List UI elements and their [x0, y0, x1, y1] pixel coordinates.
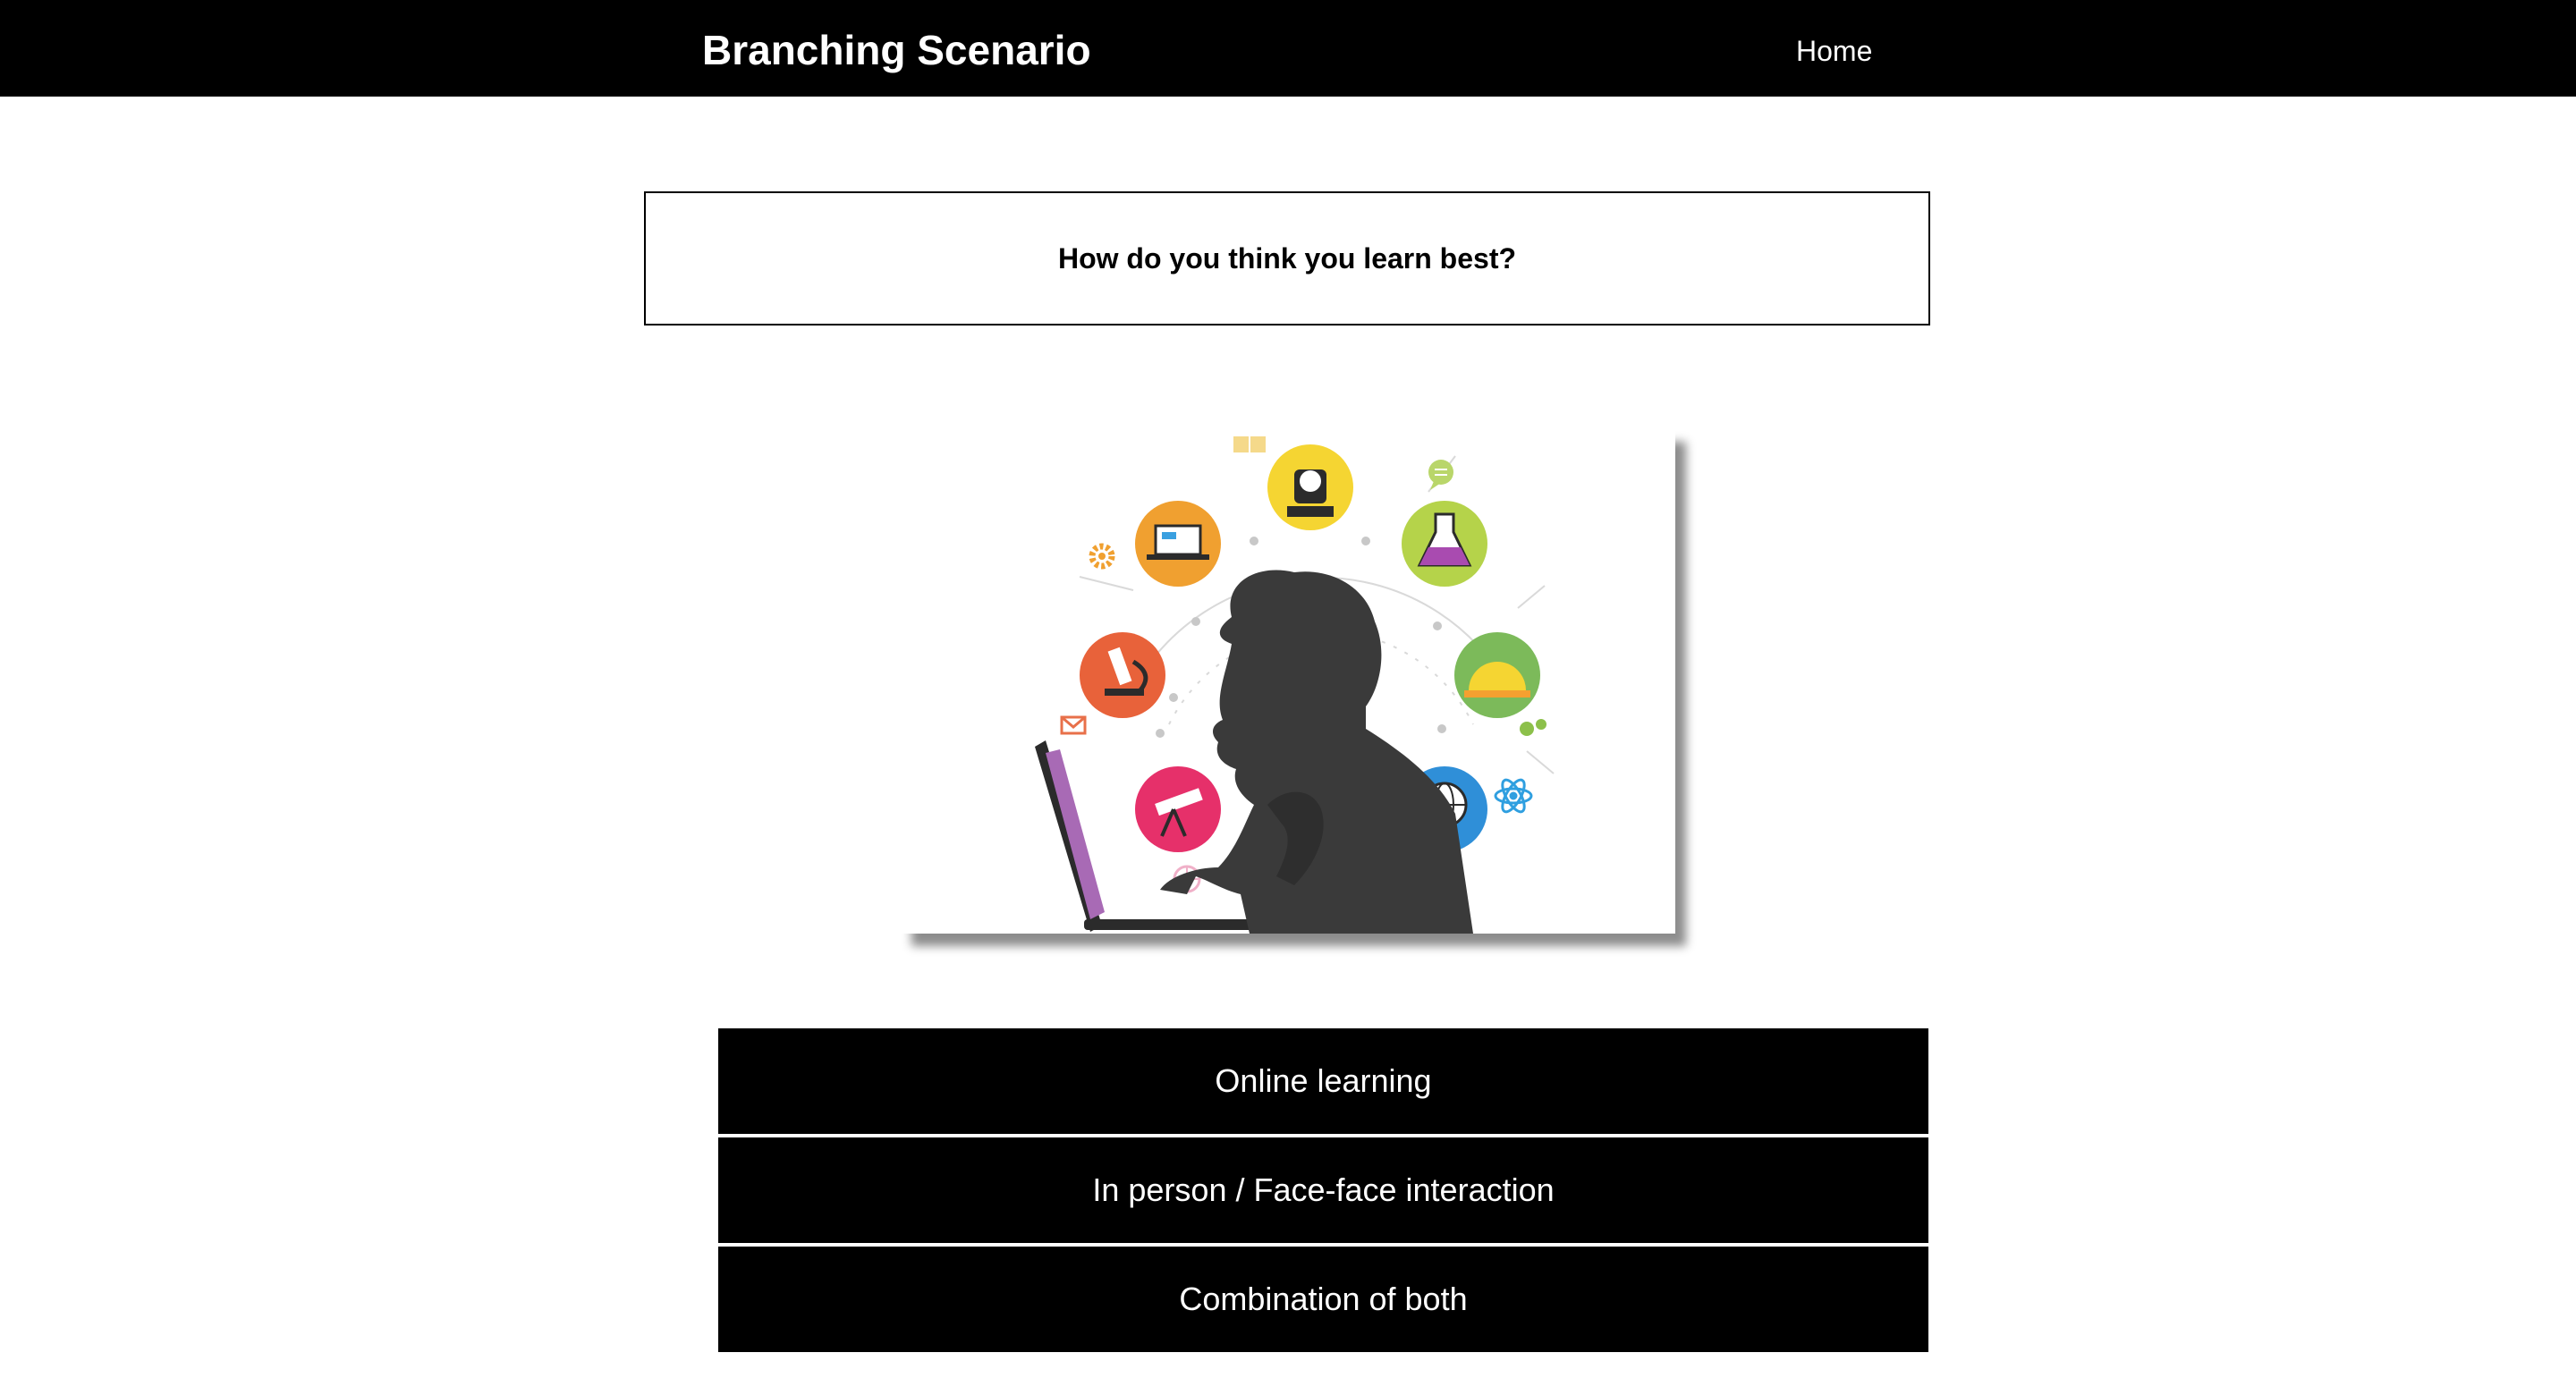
choice-in-person-button[interactable]: In person / Face-face interaction: [718, 1137, 1928, 1243]
book-icon: [1233, 436, 1266, 452]
microscope-icon: [1080, 632, 1165, 718]
question-box: How do you think you learn best?: [644, 191, 1930, 326]
question-text: How do you think you learn best?: [1057, 241, 1517, 275]
gear-icon: [1089, 543, 1115, 570]
navbar: Branching Scenario Home: [0, 0, 2576, 97]
nav-link-home[interactable]: Home: [1796, 32, 1872, 70]
envelope-icon: [1060, 715, 1087, 735]
choice-online-learning-button[interactable]: Online learning: [718, 1028, 1928, 1134]
laptop-icon: [1135, 501, 1221, 587]
atom-icon: [1494, 778, 1533, 814]
chat-bubble-icon: [1428, 460, 1453, 490]
choice-combination-button[interactable]: Combination of both: [718, 1247, 1928, 1352]
person-silhouette: [1160, 570, 1473, 934]
brand-title[interactable]: Branching Scenario: [702, 25, 1091, 75]
flask-icon: [1402, 501, 1487, 587]
gears-icon: [1520, 719, 1546, 736]
learning-illustration: [901, 429, 1675, 934]
telescope-icon: [1135, 766, 1221, 852]
teacher-icon: [1267, 444, 1353, 530]
protractor-icon: [1454, 632, 1540, 718]
